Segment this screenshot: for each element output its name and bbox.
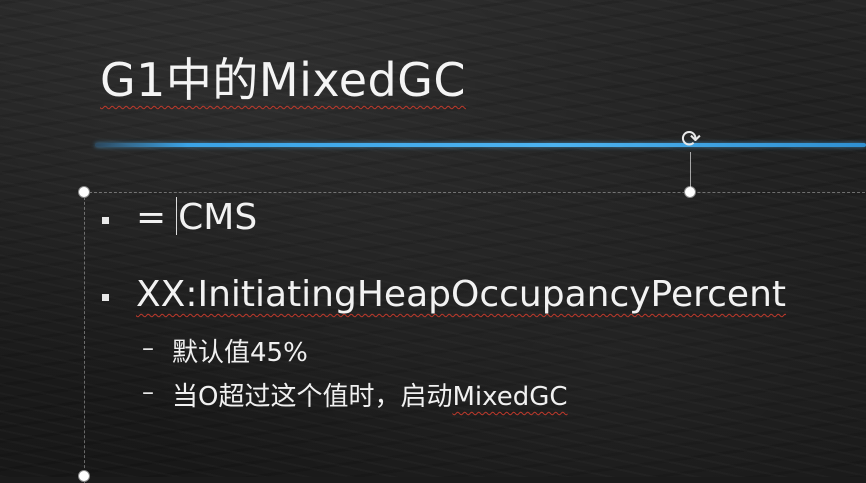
title-divider-line[interactable] xyxy=(95,143,866,147)
square-bullet-icon xyxy=(102,294,109,301)
bullet-item-2[interactable]: XX:InitiatingHeapOccupancyPercent xyxy=(136,274,786,315)
bullet-item-1[interactable]: = CMS xyxy=(136,197,257,238)
sub-item-2-prefix: 当O超过这个值时，启动 xyxy=(172,382,453,412)
sub-item-2-term: MixedGC xyxy=(452,382,568,412)
rotate-handle-icon[interactable]: ⟳ xyxy=(676,124,706,154)
resize-handle-bottom-left[interactable] xyxy=(78,470,90,482)
square-bullet-icon xyxy=(102,217,109,224)
resize-handle-top-left[interactable] xyxy=(78,186,90,198)
sub-bullet-dash: – xyxy=(142,334,154,362)
bullet-1-prefix: = xyxy=(136,197,167,238)
sub-item-2[interactable]: 当O超过这个值时，启动MixedGC xyxy=(172,376,568,413)
rotate-stem xyxy=(690,152,691,192)
bullet-1-text: CMS xyxy=(178,197,258,238)
sub-item-1[interactable]: 默认值45% xyxy=(172,332,308,369)
slide-title[interactable]: G1中的MixedGC xyxy=(100,44,466,110)
sub-bullet-dash: – xyxy=(142,378,154,406)
slide-canvas: G1中的MixedGC ⟳ = CMS XX:InitiatingHeapOccu… xyxy=(0,0,866,483)
